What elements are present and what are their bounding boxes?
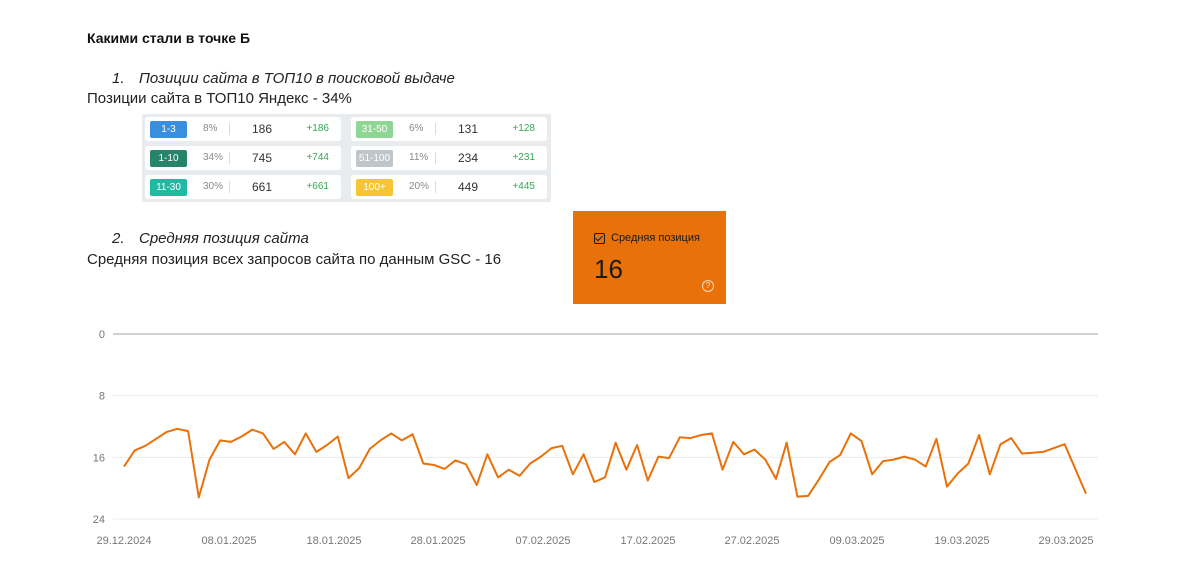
x-tick-label: 18.01.2025 xyxy=(306,535,361,547)
y-tick-label: 16 xyxy=(93,452,105,464)
y-tick-label: 8 xyxy=(99,391,105,403)
y-tick-label: 24 xyxy=(93,514,105,526)
x-tick-label: 17.02.2025 xyxy=(620,535,675,547)
x-tick-label: 09.03.2025 xyxy=(829,535,884,547)
series-line-average-position xyxy=(123,427,1087,499)
average-position-chart: 0 8 16 24 29.12.2024 08.01.2025 18.01.2025 28.0… xyxy=(93,329,1098,547)
x-tick-label: 07.02.2025 xyxy=(515,535,570,547)
x-tick-label: 29.03.2025 xyxy=(1038,535,1093,547)
x-tick-label: 29.12.2024 xyxy=(96,535,151,547)
x-tick-label: 27.02.2025 xyxy=(724,535,779,547)
y-tick-label: 0 xyxy=(99,329,105,341)
x-tick-label: 19.03.2025 xyxy=(934,535,989,547)
x-tick-label: 28.01.2025 xyxy=(410,535,465,547)
x-tick-label: 08.01.2025 xyxy=(201,535,256,547)
